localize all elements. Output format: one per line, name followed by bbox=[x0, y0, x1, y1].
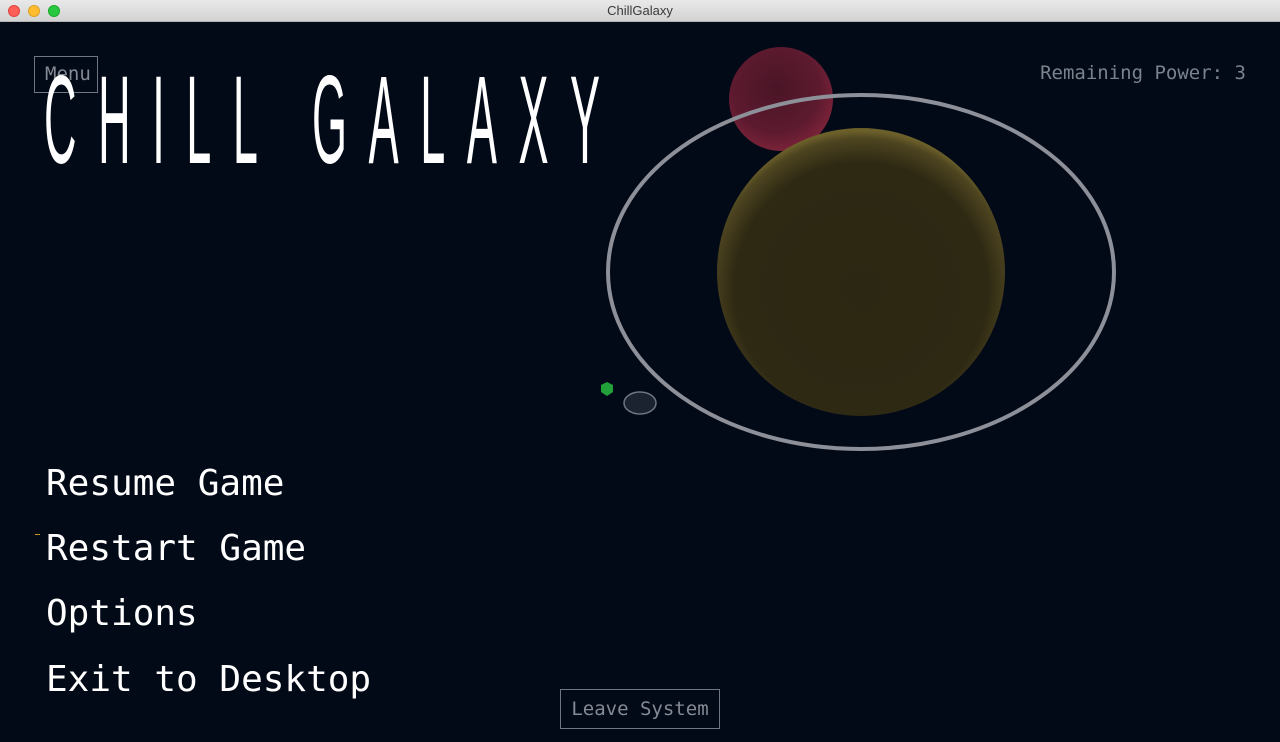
game-title: CHILL GALAXY bbox=[44, 51, 622, 190]
game-viewport[interactable]: Menu CHILL GALAXY Remaining Power: 3 Res… bbox=[0, 22, 1280, 742]
app-window: ChillGalaxy Menu CHILL GALAXY Remaining … bbox=[0, 0, 1280, 742]
options-button[interactable]: Options bbox=[46, 594, 198, 634]
leave-system-button[interactable]: Leave System bbox=[560, 689, 720, 729]
exit-to-desktop-button[interactable]: Exit to Desktop bbox=[46, 660, 371, 700]
window-titlebar: ChillGalaxy bbox=[0, 0, 1280, 22]
window-title: ChillGalaxy bbox=[607, 3, 673, 18]
restart-game-button[interactable]: Restart Game bbox=[46, 529, 306, 569]
selection-marker bbox=[35, 534, 40, 535]
player-ship-icon[interactable] bbox=[601, 382, 613, 396]
remaining-power-indicator: Remaining Power: 3 bbox=[1040, 62, 1246, 84]
central-star[interactable] bbox=[717, 128, 1005, 416]
resume-game-button[interactable]: Resume Game bbox=[46, 464, 284, 504]
small-moon[interactable] bbox=[623, 391, 657, 415]
